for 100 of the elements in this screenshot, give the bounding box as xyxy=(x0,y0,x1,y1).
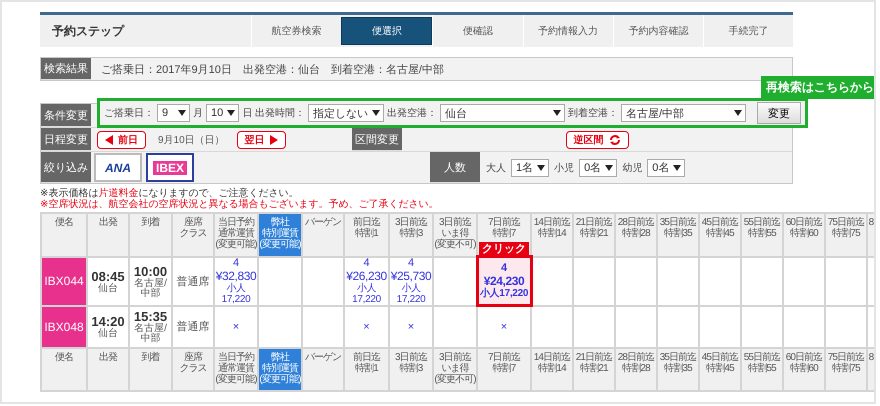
header-text: 3日前迄 xyxy=(394,217,428,228)
header-text: 特割21 xyxy=(579,228,610,239)
select-field[interactable]: 0名 xyxy=(579,158,618,176)
header-text: 特割3 xyxy=(398,363,424,374)
header-text: 75日前迄 xyxy=(826,352,866,363)
previous-day-button[interactable]: 前日 xyxy=(97,130,146,148)
header-text: 8 xyxy=(868,352,874,363)
select-field[interactable]: 0名 xyxy=(647,158,686,176)
child-fare: 小人 17,220 xyxy=(396,282,426,304)
fare-price: ¥26,230 xyxy=(345,268,388,282)
caret-icon xyxy=(673,164,682,170)
header-text: 45日前迄 xyxy=(700,217,740,228)
header-text: 60日前迄 xyxy=(784,217,824,228)
child-fare: 小人 17,220 xyxy=(220,282,252,304)
select-field[interactable]: 名古屋/中部 xyxy=(621,104,746,122)
current-date: 9月10日（日） xyxy=(158,134,225,146)
child-fare: 小人17,220 xyxy=(478,288,530,299)
flight-number-cell: IBX048 xyxy=(41,306,87,348)
next-day-button[interactable]: 翌日 xyxy=(236,130,286,148)
airline-filter-button[interactable]: ANA xyxy=(94,153,142,182)
header-text: 特割55 xyxy=(747,228,778,239)
table-cell: 普通席 xyxy=(172,256,214,306)
field-label: 到着空港： xyxy=(568,106,618,120)
header-text: 特割14 xyxy=(537,363,568,374)
field-label: 大人 xyxy=(486,162,506,174)
row-label: 人数 xyxy=(430,152,480,183)
notice-text: ※空席状況は、航空会社の空席状況と異なる場合もございます。予め、ご了承ください。 xyxy=(40,199,440,210)
header-text: 前日迄 xyxy=(352,352,382,363)
header-text: 特割60 xyxy=(789,363,820,374)
header-text: (変更不可) xyxy=(434,374,476,385)
fare-price: ¥32,830 xyxy=(215,268,257,282)
header-text: 到着 xyxy=(140,352,161,363)
header-text: (変更可能) xyxy=(259,239,301,250)
fare-cell[interactable]: 4 ¥26,230 小人 17,220 xyxy=(344,256,389,306)
caret-icon xyxy=(734,110,742,116)
field-label: 小児 xyxy=(554,162,574,174)
row-label: 区間変更 xyxy=(352,128,402,151)
select-field[interactable]: 指定しない xyxy=(308,104,384,122)
header-text: 特別運賃 xyxy=(262,228,298,239)
arrival-airport: 名古屋/中部 xyxy=(133,324,168,344)
header-text: 弊社 xyxy=(270,352,291,363)
airline-filter-button[interactable]: IBEX xyxy=(146,153,194,182)
select-field[interactable]: 仙台 xyxy=(440,104,566,122)
header-text: 7日前迄 xyxy=(487,217,522,228)
header-text: 特割28 xyxy=(621,228,652,239)
header-text: 3日前迄 xyxy=(394,352,428,363)
departure-airport: 仙台 xyxy=(97,329,119,340)
header-text: 7日前迄 xyxy=(487,352,522,363)
header-text: 特割45 xyxy=(705,363,736,374)
header-text: 特割28 xyxy=(621,363,652,374)
seat-count: 4 xyxy=(406,258,416,268)
flight-number-cell: IBX044 xyxy=(41,256,87,306)
header-text: 60日前迄 xyxy=(784,352,824,363)
select-field[interactable]: 10 xyxy=(206,104,240,122)
header-text: 当日予約 xyxy=(216,217,256,228)
refresh-icon xyxy=(608,134,620,146)
fare-price: ¥24,230 xyxy=(484,274,526,288)
fare-cell[interactable]: 4 ¥32,830 小人 17,220 xyxy=(214,256,258,306)
header-text: クラス xyxy=(178,228,208,239)
header-text: 特割35 xyxy=(663,228,694,239)
reverse-route-button[interactable]: 逆区間 xyxy=(566,130,628,148)
header-text: 当日予約 xyxy=(216,352,256,363)
header-text: 特割1 xyxy=(354,363,380,374)
seat-count: 4 xyxy=(232,258,240,268)
header-text: (変更不可) xyxy=(434,239,476,250)
departure-time: 14:20 xyxy=(90,314,126,330)
change-button[interactable]: 変更 xyxy=(757,102,801,124)
header-text: 28日前迄 xyxy=(616,217,656,228)
fare-cell[interactable]: 4 ¥25,730 小人 17,220 xyxy=(389,256,433,306)
select-field[interactable]: 9 xyxy=(157,104,190,122)
arrival-time: 10:00 xyxy=(132,264,168,278)
header-text: 14日前迄 xyxy=(532,352,572,363)
field-label: 日 出発時間： xyxy=(242,106,306,120)
header-text: 特割75 xyxy=(831,363,862,374)
header-text: 前日迄 xyxy=(352,217,382,228)
row-label: 日程変更 xyxy=(41,128,91,151)
header-text: 8 xyxy=(868,217,874,228)
header-text: 3日前迄 xyxy=(438,217,472,228)
header-text: バーゲン xyxy=(304,217,342,228)
right-triangle-icon xyxy=(270,134,278,144)
callout-label: 再検索はこちらから xyxy=(761,76,874,99)
caret-icon xyxy=(178,110,186,116)
arrival-airport: 名古屋/中部 xyxy=(133,278,168,298)
header-text: 21日前迄 xyxy=(574,217,614,228)
header-text: 55日前迄 xyxy=(742,352,782,363)
row-label: 条件変更 xyxy=(41,104,91,127)
select-field[interactable]: 1名 xyxy=(511,158,550,176)
header-text: 35日前迄 xyxy=(658,217,698,228)
header-text: 3日前迄 xyxy=(438,352,472,363)
header-text: 到着 xyxy=(140,217,161,228)
header-text: 便名 xyxy=(54,352,74,363)
fare-price: ¥25,730 xyxy=(390,268,432,282)
header-text: 28日前迄 xyxy=(616,352,656,363)
header-text: 75日前迄 xyxy=(826,217,866,228)
field-label: 幼児 xyxy=(622,162,642,174)
header-text: 特割14 xyxy=(537,228,568,239)
header-text: 特割55 xyxy=(747,363,778,374)
header-text: 特割3 xyxy=(398,228,424,239)
header-text: 便名 xyxy=(54,217,74,228)
field-label: 月 xyxy=(193,107,203,120)
